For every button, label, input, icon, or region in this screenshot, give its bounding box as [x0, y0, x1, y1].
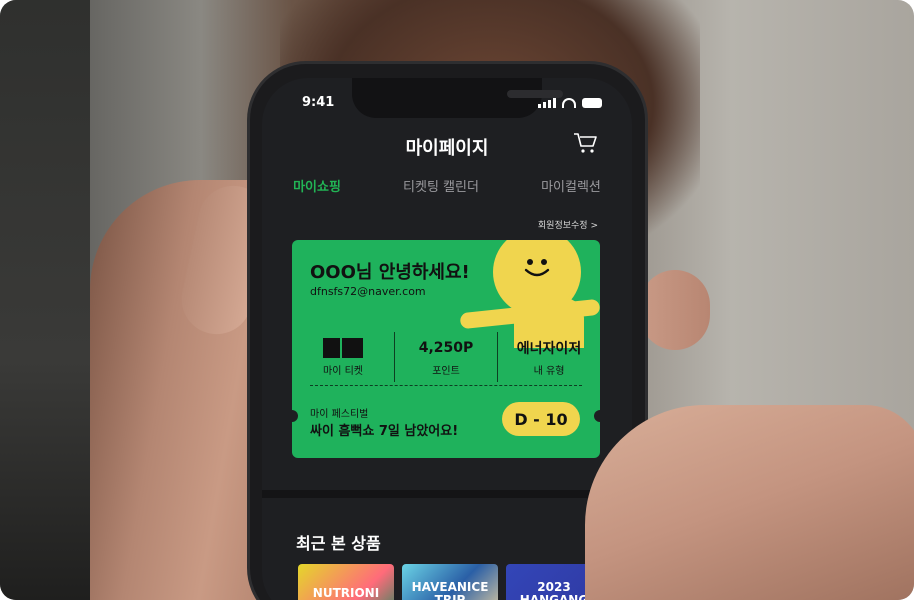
mascot-face-icon	[524, 259, 550, 277]
right-hand	[585, 405, 914, 600]
festival-label: 마이 페스티벌	[310, 409, 369, 420]
stat-label: 내 유형	[533, 366, 565, 377]
greeting-text: OOO님 안녕하세요!	[310, 262, 470, 283]
recent-products-list: NUTRIONI HAVEANICE TRIP 2023 HANGANG	[298, 564, 602, 600]
signal-icon	[538, 98, 556, 108]
product-thumbnail[interactable]: HAVEANICE TRIP	[402, 564, 498, 600]
background-wall-left	[0, 0, 90, 600]
ticket-notch-right	[594, 410, 600, 422]
speaker	[507, 90, 563, 98]
stats-row: 마이 티켓 4,250P 포인트 에너자이저 내 유형	[292, 332, 600, 382]
wifi-icon	[562, 98, 576, 108]
status-time: 9:41	[302, 95, 335, 110]
tab-my-collection[interactable]: 마이컬렉션	[541, 176, 601, 195]
edit-profile-link[interactable]: 회원정보수정 >	[538, 218, 598, 231]
profile-card: OOO님 안녕하세요! dfnsfs72@naver.com 마이 티켓 4,2…	[292, 240, 600, 458]
tab-bar: 마이쇼핑 티켓팅 캘린더 마이컬렉션	[262, 176, 632, 195]
stat-label: 포인트	[432, 366, 460, 377]
battery-icon	[582, 98, 602, 108]
stat-points[interactable]: 4,250P 포인트	[395, 332, 498, 382]
status-icons	[538, 98, 602, 108]
festival-message: 싸이 흠뻑쇼 7일 남았어요!	[310, 424, 459, 439]
tab-ticketing-calendar[interactable]: 티켓팅 캘린더	[403, 176, 479, 195]
user-email: dfnsfs72@naver.com	[310, 285, 426, 298]
section-divider	[262, 490, 632, 498]
right-fingertip	[640, 270, 710, 350]
tab-my-shopping[interactable]: 마이쇼핑	[293, 176, 341, 195]
stat-value: 4,250P	[418, 340, 474, 356]
stat-my-ticket[interactable]: 마이 티켓	[292, 332, 395, 382]
dday-badge: D - 10	[502, 402, 580, 436]
cart-icon[interactable]	[572, 130, 598, 156]
stat-value: 에너자이저	[516, 341, 582, 357]
recent-products-title: 최근 본 상품	[296, 534, 381, 553]
stat-label: 마이 티켓	[323, 366, 363, 377]
product-thumbnail[interactable]: NUTRIONI	[298, 564, 394, 600]
photo-background: 9:41 마이페이지 마이쇼핑 티켓팅 캘린더 마이컬렉션 회원정보수정 > O	[0, 0, 914, 600]
ticket-icon	[323, 338, 363, 358]
notch	[352, 78, 563, 118]
ticket-notch-left	[292, 410, 298, 422]
phone-screen: 9:41 마이페이지 마이쇼핑 티켓팅 캘린더 마이컬렉션 회원정보수정 > O	[262, 78, 632, 600]
stat-my-type[interactable]: 에너자이저 내 유형	[498, 332, 600, 382]
ticket-perforation	[310, 385, 582, 386]
